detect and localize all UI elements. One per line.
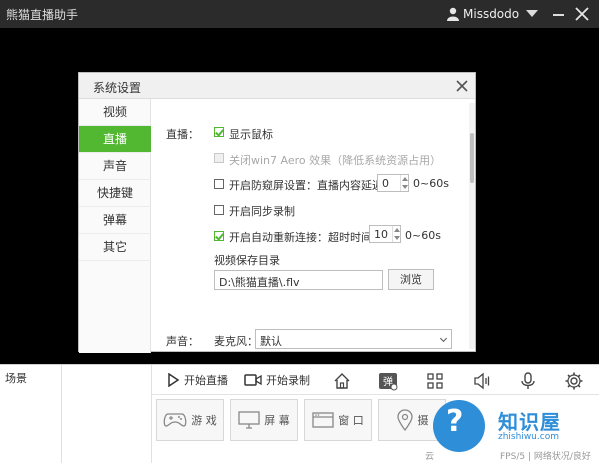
auto-reconnect-label: 开启自动重新连接：超时时间 (229, 231, 372, 244)
grid-icon[interactable] (425, 371, 445, 391)
source-window-button[interactable]: 窗 口 (304, 399, 372, 441)
nav-item-video[interactable]: 视频 (79, 99, 151, 126)
sync-record-checkbox[interactable] (214, 205, 224, 215)
settings-nav: 视频 直播 声音 快捷键 弹幕 其它 (79, 99, 151, 353)
delay-stepper[interactable]: 0 (377, 174, 409, 192)
minimize-button[interactable] (553, 14, 564, 16)
timeout-stepper[interactable]: 10 (369, 225, 401, 243)
start-record-button[interactable]: 开始录制 (244, 369, 310, 391)
start-live-label: 开始直播 (184, 374, 228, 387)
location-icon (396, 409, 413, 431)
volume-icon[interactable] (472, 371, 492, 391)
scroll-thumb[interactable] (470, 133, 474, 183)
watermark-title: 知识屋 (498, 410, 561, 434)
save-dir-input[interactable]: D:\熊猫直播\.flv (214, 270, 383, 290)
stepper-down-icon[interactable] (402, 185, 408, 189)
watermark-url: zhishiwu.com (498, 432, 559, 442)
danmaku-icon[interactable]: 弹 (378, 371, 398, 391)
chevron-down-icon[interactable] (526, 10, 538, 17)
nav-item-live[interactable]: 直播 (79, 126, 151, 153)
mic-select[interactable]: 默认 (255, 329, 452, 349)
microphone-icon[interactable] (518, 371, 538, 391)
gamepad-icon (163, 413, 187, 427)
toolbar: 开始直播 开始录制 弹 (152, 365, 599, 395)
disable-aero-checkbox[interactable] (214, 153, 224, 163)
monitor-icon (238, 411, 260, 429)
close-icon[interactable] (575, 7, 589, 21)
home-icon[interactable] (332, 371, 352, 391)
video-camera-icon (244, 374, 262, 386)
stepper-up-icon[interactable] (402, 177, 408, 181)
anti-peek-label: 开启防窥屏设置：直播内容延迟 (229, 179, 383, 192)
auto-reconnect-checkbox[interactable] (214, 231, 224, 241)
delay-value: 0 (382, 177, 389, 190)
save-dir-label: 视频保存目录 (214, 254, 280, 267)
title-bar: 熊猫直播助手 Missdodo (0, 0, 599, 28)
dialog-header: 系统设置 (79, 73, 475, 99)
scene-label: 场景 (5, 372, 27, 385)
gear-icon[interactable] (564, 371, 584, 391)
user-icon (447, 7, 459, 21)
nav-item-hotkeys[interactable]: 快捷键 (79, 180, 151, 207)
show-mouse-checkbox[interactable] (214, 127, 224, 137)
nav-item-danmaku[interactable]: 弹幕 (79, 207, 151, 234)
sync-record-label: 开启同步录制 (229, 205, 295, 218)
sound-section-label: 声音： (166, 335, 199, 348)
stepper-down-icon[interactable] (394, 236, 400, 240)
start-live-button[interactable]: 开始直播 (166, 369, 228, 391)
stepper-arrows[interactable] (400, 175, 408, 191)
scrollbar[interactable] (469, 103, 475, 349)
nav-item-sound[interactable]: 声音 (79, 153, 151, 180)
live-section-label: 直播： (166, 128, 199, 141)
nav-item-other[interactable]: 其它 (79, 234, 151, 261)
scene-list[interactable] (62, 365, 152, 463)
mic-label: 麦克风： (214, 335, 258, 348)
source-window-label: 窗 口 (338, 414, 364, 427)
timeout-range: 0~60s (405, 229, 441, 242)
dialog-close-icon[interactable] (455, 79, 469, 93)
source-screen-button[interactable]: 屏 幕 (230, 399, 298, 441)
source-camera-label: 摄 (417, 414, 429, 427)
source-game-label: 游 戏 (191, 414, 217, 427)
delay-range: 0~60s (413, 177, 449, 190)
play-icon (168, 373, 180, 387)
source-screen-label: 屏 幕 (264, 414, 290, 427)
browse-button[interactable]: 浏览 (388, 269, 434, 290)
show-mouse-label: 显示鼠标 (229, 128, 273, 141)
source-game-button[interactable]: 游 戏 (156, 399, 224, 441)
stepper-up-icon[interactable] (394, 228, 400, 232)
disable-aero-label: 关闭win7 Aero 效果（降低系统资源占用） (229, 154, 442, 167)
app-title: 熊猫直播助手 (6, 8, 79, 22)
timeout-value: 10 (374, 228, 388, 241)
window-icon (312, 412, 334, 428)
scene-panel: 场景 (0, 365, 62, 463)
chevron-down-icon[interactable] (439, 334, 448, 343)
status-right: FPS/5 | 网络状况/良好 (500, 452, 591, 462)
username[interactable]: Missdodo (463, 7, 519, 21)
stepper-arrows[interactable] (392, 226, 400, 242)
anti-peek-checkbox[interactable] (214, 179, 224, 189)
start-record-label: 开始录制 (266, 374, 310, 387)
watermark-question-icon: ? (446, 404, 464, 439)
status-left: 云 (425, 452, 435, 462)
mic-value: 默认 (260, 335, 282, 348)
dialog-title: 系统设置 (93, 81, 142, 95)
